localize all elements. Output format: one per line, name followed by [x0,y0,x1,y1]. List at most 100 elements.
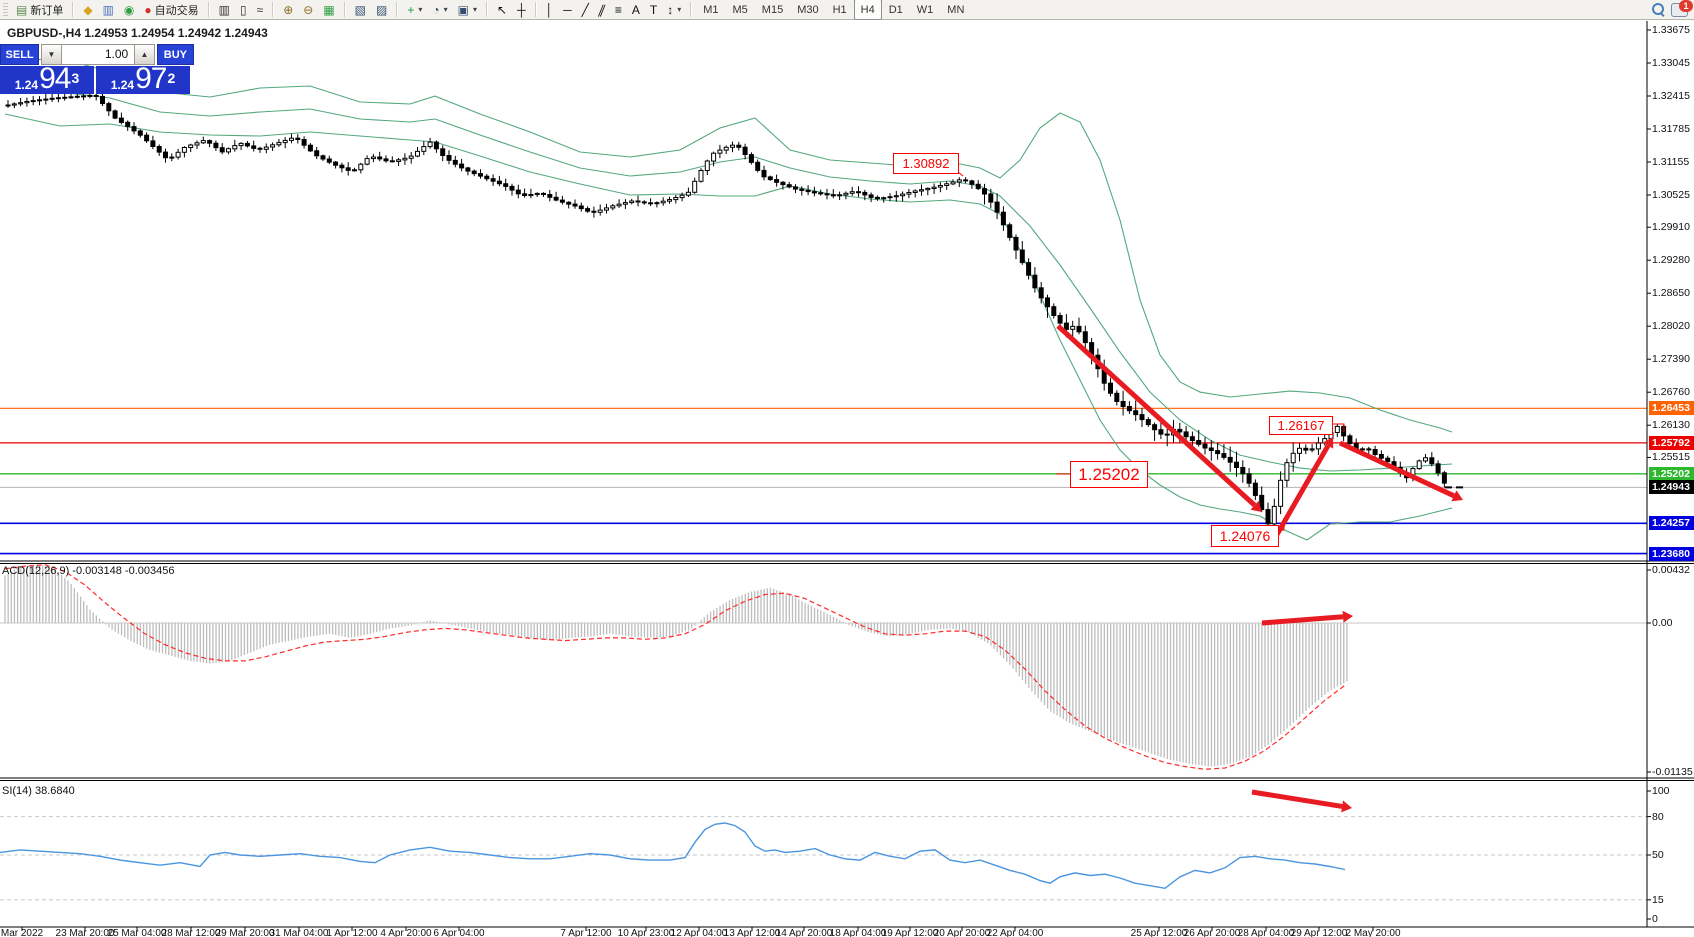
rsi-line [0,823,1345,888]
toolbar-separator [535,2,537,17]
trendline-tool-button[interactable]: ╱ [577,0,594,20]
trendline-tool-icon: ╱ [582,4,589,16]
periods-button[interactable]: ◔▾ [427,0,452,20]
toolbar-grip [3,3,8,17]
mt4-window: ▤新订单◆▥◉●自动交易▥▯≈⊕⊖▦▧▨+▾◔▾▣▾↖┼│─╱∥≡AT↕▾M1M… [0,0,1694,937]
crosshair-tool-button[interactable]: ┼ [512,0,531,20]
toolbar-separator [208,2,210,17]
timeframe-d1-button[interactable]: D1 [882,0,910,20]
timeframe-m30-button[interactable]: M30 [790,0,825,20]
candlestick-type-button[interactable]: ▯ [235,0,252,20]
toolbar-separator [272,2,274,17]
market-watch-icon: ▥ [103,4,114,16]
zoom-in-button[interactable]: ⊕ [278,0,298,20]
bar-chart-type-button[interactable]: ▥ [214,0,235,20]
trend-arrow-1[interactable] [1058,326,1255,505]
cursor-tool-icon: ↖ [497,4,507,16]
buy-price-prefix: 1.24 [111,78,134,92]
chevron-down-icon: ▾ [473,5,477,14]
fibonacci-tool-icon: ≡ [615,4,622,16]
bar-chart-type-icon: ▥ [219,4,230,16]
timeframe-h4-button[interactable]: H4 [854,0,882,20]
zoom-in-icon: ⊕ [283,4,293,16]
crosshair-tool-icon: ┼ [517,4,526,16]
text-tool-icon: A [632,4,640,16]
rsi-arrow-head [1341,800,1352,812]
macd-signal-line [5,565,1345,770]
chevron-down-icon: ▾ [444,5,448,14]
horizontal-line-tool-icon: ─ [563,4,572,16]
market-depth-button[interactable]: ◆ [78,0,97,20]
bollinger-lower-band [5,114,1452,540]
annotation-connector [957,171,963,176]
search-icon[interactable] [1652,3,1665,16]
macd-arrow[interactable] [1262,617,1343,623]
tile-windows-icon: ▦ [323,4,334,16]
signals-button[interactable]: ◉ [119,0,139,20]
cursor-tool-button[interactable]: ↖ [492,0,512,20]
arrows-tool-icon: ↕ [667,4,673,16]
bollinger-upper-band [5,58,1452,432]
line-chart-type-button[interactable]: ≈ [252,0,269,20]
sell-price-big: 94 [39,66,70,92]
equidistant-channel-tool-button[interactable]: ∥ [594,0,610,20]
periods-icon: ◔ [432,4,439,16]
timeframe-m5-button[interactable]: M5 [726,0,755,20]
notifications-badge: 1 [1679,0,1693,12]
templates-button[interactable]: ▣▾ [453,0,482,20]
sell-button[interactable]: SELL [0,44,39,65]
one-click-trading-panel: SELL ▼ 1.00 ▲ BUY 1.24 94 3 1.24 97 2 [0,44,194,94]
new-order-button[interactable]: ▤新订单 [11,0,68,20]
tile-windows-button[interactable]: ▦ [318,0,339,20]
market-depth-icon: ◆ [83,4,92,16]
autotrading-icon: ● [144,4,151,16]
zoom-out-button[interactable]: ⊖ [298,0,318,20]
market-watch-button[interactable]: ▥ [98,0,119,20]
add-indicator-icon: + [407,4,414,16]
text-tool-button[interactable]: A [627,0,645,20]
toolbar-separator [344,2,346,17]
fibonacci-tool-button[interactable]: ≡ [610,0,627,20]
chart-canvas[interactable] [0,0,1694,937]
toolbar: ▤新订单◆▥◉●自动交易▥▯≈⊕⊖▦▧▨+▾◔▾▣▾↖┼│─╱∥≡AT↕▾M1M… [0,0,1694,20]
templates-icon: ▣ [458,4,469,16]
text-label-tool-button[interactable]: T [645,0,662,20]
chevron-down-icon: ▾ [418,5,422,14]
vertical-line-tool-button[interactable]: │ [541,0,559,20]
sell-price-prefix: 1.24 [15,78,38,92]
chevron-down-icon: ▾ [677,5,681,14]
timeframe-w1-button[interactable]: W1 [910,0,941,20]
notifications-icon[interactable]: 1 [1671,3,1688,17]
timeframe-m1-button[interactable]: M1 [696,0,725,20]
toolbar-separator [486,2,488,17]
arrows-tool-button[interactable]: ↕▾ [662,0,686,20]
add-indicator-button[interactable]: +▾ [402,0,427,20]
buy-price-big: 97 [135,66,166,92]
text-label-tool-icon: T [650,4,657,16]
horizontal-line-tool-button[interactable]: ─ [558,0,577,20]
toolbar-separator [72,2,74,17]
auto-scroll-icon: ▧ [355,4,366,16]
rsi-arrow[interactable] [1252,792,1342,806]
chart-shift-icon: ▨ [376,4,387,16]
vertical-line-tool-icon: │ [546,4,554,16]
timeframe-m15-button[interactable]: M15 [755,0,790,20]
buy-price[interactable]: 1.24 97 2 [96,66,190,94]
new-order-icon: ▤ [16,4,27,16]
new-order-button-label: 新订单 [30,2,63,18]
sell-price[interactable]: 1.24 94 3 [0,66,94,94]
candlestick-series [6,90,1446,532]
toolbar-separator [690,2,692,17]
sell-price-sup: 3 [71,66,79,90]
timeframe-h1-button[interactable]: H1 [826,0,854,20]
chart-shift-button[interactable]: ▨ [371,0,392,20]
autotrading-button[interactable]: ●自动交易 [139,0,203,20]
equidistant-channel-tool-icon: ∥ [596,4,607,16]
chart-title: GBPUSD-,H4 1.24953 1.24954 1.24942 1.249… [7,26,268,40]
signals-icon: ◉ [124,4,134,16]
toolbar-separator [396,2,398,17]
volume-input[interactable]: 1.00 [62,44,134,65]
macd-arrow-head [1343,611,1353,623]
timeframe-mn-button[interactable]: MN [940,0,971,20]
auto-scroll-button[interactable]: ▧ [350,0,371,20]
